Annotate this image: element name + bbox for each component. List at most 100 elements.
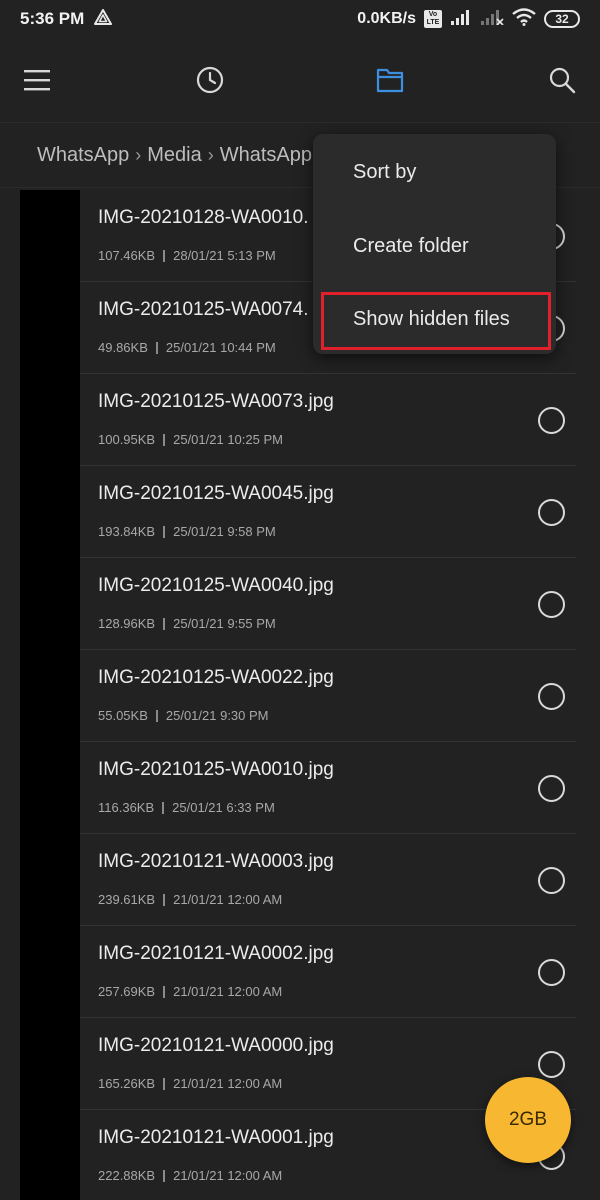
menu-item-show-hidden-files[interactable]: Show hidden files <box>313 283 556 355</box>
signal-icon <box>450 9 472 30</box>
file-meta: 107.46KB 28/01/21 5:13 PM <box>98 248 276 263</box>
storage-fab-button[interactable]: 2GB <box>485 1077 571 1163</box>
meta-divider <box>163 249 166 262</box>
search-icon[interactable] <box>544 62 580 98</box>
file-date: 25/01/21 9:30 PM <box>165 708 269 723</box>
status-right: 0.0KB/s Vo LTE 32 <box>357 7 580 31</box>
meta-divider <box>163 1169 166 1182</box>
file-size: 239.61KB <box>98 892 156 907</box>
drive-icon <box>94 8 113 30</box>
file-size: 222.88KB <box>98 1168 156 1183</box>
toolbar <box>0 40 600 120</box>
file-size: 116.36KB <box>98 800 155 815</box>
file-date: 25/01/21 10:25 PM <box>173 432 283 447</box>
meta-divider <box>163 433 166 446</box>
select-radio[interactable] <box>538 959 565 986</box>
meta-divider <box>155 709 158 722</box>
file-size: 128.96KB <box>98 616 156 631</box>
file-name: IMG-20210121-WA0000.jpg <box>98 1035 334 1056</box>
file-date: 25/01/21 9:58 PM <box>173 524 276 539</box>
battery-indicator: 32 <box>544 10 580 28</box>
file-meta: 165.26KB 21/01/21 12:00 AM <box>98 1076 282 1091</box>
file-size: 165.26KB <box>98 1076 156 1091</box>
file-meta: 193.84KB 25/01/21 9:58 PM <box>98 524 276 539</box>
file-thumbnail <box>20 834 80 926</box>
file-meta: 128.96KB 25/01/21 9:55 PM <box>98 616 276 631</box>
select-radio[interactable] <box>538 867 565 894</box>
overflow-menu: Sort by Create folder Show hidden files <box>313 134 556 354</box>
status-bar: 5:36 PM 0.0KB/s Vo LTE 32 <box>0 0 600 38</box>
file-meta: 257.69KB 21/01/21 12:00 AM <box>98 984 282 999</box>
select-radio[interactable] <box>538 499 565 526</box>
file-name: IMG-20210121-WA0001.jpg <box>98 1127 334 1148</box>
file-row[interactable]: IMG-20210125-WA0073.jpg 100.95KB 25/01/21… <box>0 374 600 466</box>
file-meta: 222.88KB 21/01/21 12:00 AM <box>98 1168 282 1183</box>
file-meta: 239.61KB 21/01/21 12:00 AM <box>98 892 282 907</box>
wifi-icon <box>512 7 536 31</box>
file-row[interactable]: IMG-20210125-WA0040.jpg 128.96KB 25/01/21… <box>0 558 600 650</box>
file-name: IMG-20210125-WA0045.jpg <box>98 483 334 504</box>
file-date: 21/01/21 12:00 AM <box>173 1076 283 1091</box>
breadcrumb-item[interactable]: WhatsApp <box>220 144 312 167</box>
file-size: 193.84KB <box>98 524 156 539</box>
folder-icon[interactable] <box>372 62 408 98</box>
file-name: IMG-20210125-WA0040.jpg <box>98 575 334 596</box>
status-time: 5:36 PM <box>20 9 85 28</box>
file-row[interactable]: IMG-20210125-WA0022.jpg 55.05KB 25/01/21 … <box>0 650 600 742</box>
file-name: IMG-20210121-WA0002.jpg <box>98 943 334 964</box>
file-thumbnail <box>20 742 80 834</box>
file-size: 100.95KB <box>98 432 156 447</box>
file-date: 25/01/21 9:55 PM <box>173 616 276 631</box>
file-meta: 100.95KB 25/01/21 10:25 PM <box>98 432 283 447</box>
file-size: 107.46KB <box>98 248 156 263</box>
file-thumbnail <box>20 1110 80 1200</box>
menu-item-sort-by[interactable]: Sort by <box>313 136 556 208</box>
file-size: 55.05KB <box>98 708 148 723</box>
file-row[interactable]: IMG-20210121-WA0003.jpg 239.61KB 21/01/21… <box>0 834 600 926</box>
clock-icon[interactable] <box>192 62 228 98</box>
select-radio[interactable] <box>538 683 565 710</box>
file-date: 21/01/21 12:00 AM <box>173 892 283 907</box>
meta-divider <box>163 525 166 538</box>
hamburger-icon[interactable] <box>19 62 55 98</box>
breadcrumb-item[interactable]: WhatsApp <box>37 144 129 167</box>
file-row[interactable]: IMG-20210125-WA0010.jpg 116.36KB 25/01/21… <box>0 742 600 834</box>
file-meta: 55.05KB 25/01/21 9:30 PM <box>98 708 269 723</box>
select-radio[interactable] <box>538 775 565 802</box>
meta-divider <box>155 341 158 354</box>
meta-divider <box>163 1077 166 1090</box>
volte-badge: Vo LTE <box>424 10 442 28</box>
file-name: IMG-20210125-WA0073.jpg <box>98 391 334 412</box>
file-manager-screen: 5:36 PM 0.0KB/s Vo LTE 32 WhatsApp › Med… <box>0 0 600 1200</box>
file-size: 49.86KB <box>98 340 148 355</box>
status-left: 5:36 PM <box>20 8 113 30</box>
file-thumbnail <box>20 282 80 374</box>
file-thumbnail <box>20 558 80 650</box>
meta-divider <box>163 617 166 630</box>
network-speed: 0.0KB/s <box>357 10 416 27</box>
file-row[interactable]: IMG-20210125-WA0045.jpg 193.84KB 25/01/21… <box>0 466 600 558</box>
file-date: 21/01/21 12:00 AM <box>173 1168 283 1183</box>
file-name: IMG-20210125-WA0074. <box>98 299 309 320</box>
file-date: 25/01/21 10:44 PM <box>165 340 276 355</box>
file-row[interactable]: IMG-20210121-WA0002.jpg 257.69KB 21/01/21… <box>0 926 600 1018</box>
chevron-right-icon: › <box>135 144 142 165</box>
select-radio[interactable] <box>538 591 565 618</box>
breadcrumb-item[interactable]: Media <box>147 144 201 167</box>
chevron-right-icon: › <box>207 144 214 165</box>
meta-divider <box>163 893 166 906</box>
file-name: IMG-20210125-WA0010.jpg <box>98 759 334 780</box>
file-thumbnail <box>20 650 80 742</box>
file-thumbnail <box>20 466 80 558</box>
file-meta: 116.36KB 25/01/21 6:33 PM <box>98 800 275 815</box>
select-radio[interactable] <box>538 407 565 434</box>
file-thumbnail <box>20 1018 80 1110</box>
file-meta: 49.86KB 25/01/21 10:44 PM <box>98 340 276 355</box>
menu-item-create-folder[interactable]: Create folder <box>313 210 556 282</box>
file-date: 28/01/21 5:13 PM <box>173 248 276 263</box>
file-thumbnail <box>20 926 80 1018</box>
file-date: 21/01/21 12:00 AM <box>173 984 283 999</box>
file-thumbnail <box>20 374 80 466</box>
file-name: IMG-20210128-WA0010. <box>98 207 309 228</box>
select-radio[interactable] <box>538 1051 565 1078</box>
